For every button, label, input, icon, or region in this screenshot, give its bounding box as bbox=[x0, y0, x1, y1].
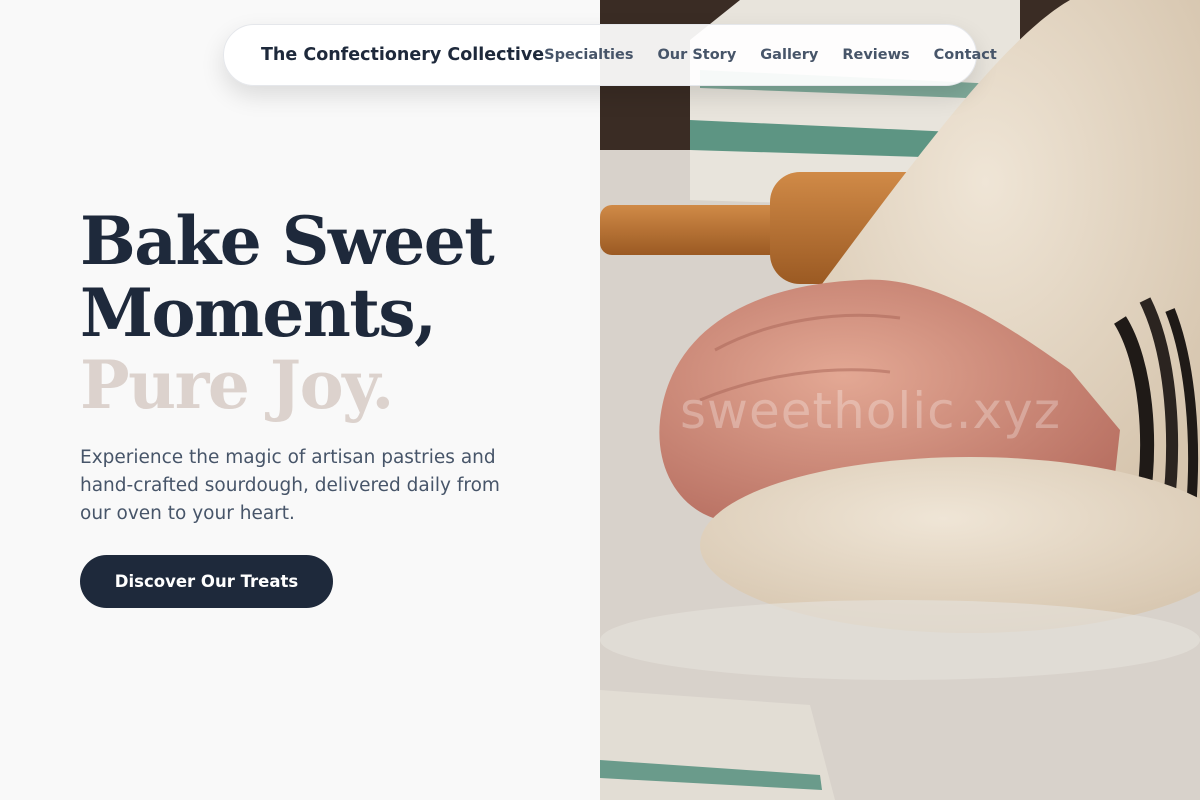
headline-line-1: Bake Sweet bbox=[80, 202, 495, 280]
nav-link-specialties[interactable]: Specialties bbox=[544, 47, 633, 63]
top-navigation: The Confectionery Collective Specialties… bbox=[223, 24, 997, 86]
image-watermark: sweetholic.xyz bbox=[680, 382, 1061, 440]
discover-treats-button[interactable]: Discover Our Treats bbox=[80, 555, 333, 608]
hero-section: Bake Sweet Moments, Pure Joy. Experience… bbox=[0, 0, 600, 800]
hero-image-dough-kneading: sweetholic.xyz bbox=[600, 0, 1200, 800]
hero-subtext: Experience the magic of artisan pastries… bbox=[80, 447, 500, 524]
nav-link-reviews[interactable]: Reviews bbox=[842, 47, 909, 63]
nav-links: Specialties Our Story Gallery Reviews Co… bbox=[544, 47, 997, 63]
nav-link-gallery[interactable]: Gallery bbox=[760, 47, 818, 63]
hero-headline: Bake Sweet Moments, Pure Joy. bbox=[80, 202, 495, 424]
headline-line-2: Moments, bbox=[80, 274, 437, 352]
brand-name[interactable]: The Confectionery Collective bbox=[261, 45, 544, 65]
headline-line-3: Pure Joy. bbox=[80, 346, 394, 424]
nav-link-our-story[interactable]: Our Story bbox=[657, 47, 736, 63]
nav-link-contact[interactable]: Contact bbox=[934, 47, 997, 63]
